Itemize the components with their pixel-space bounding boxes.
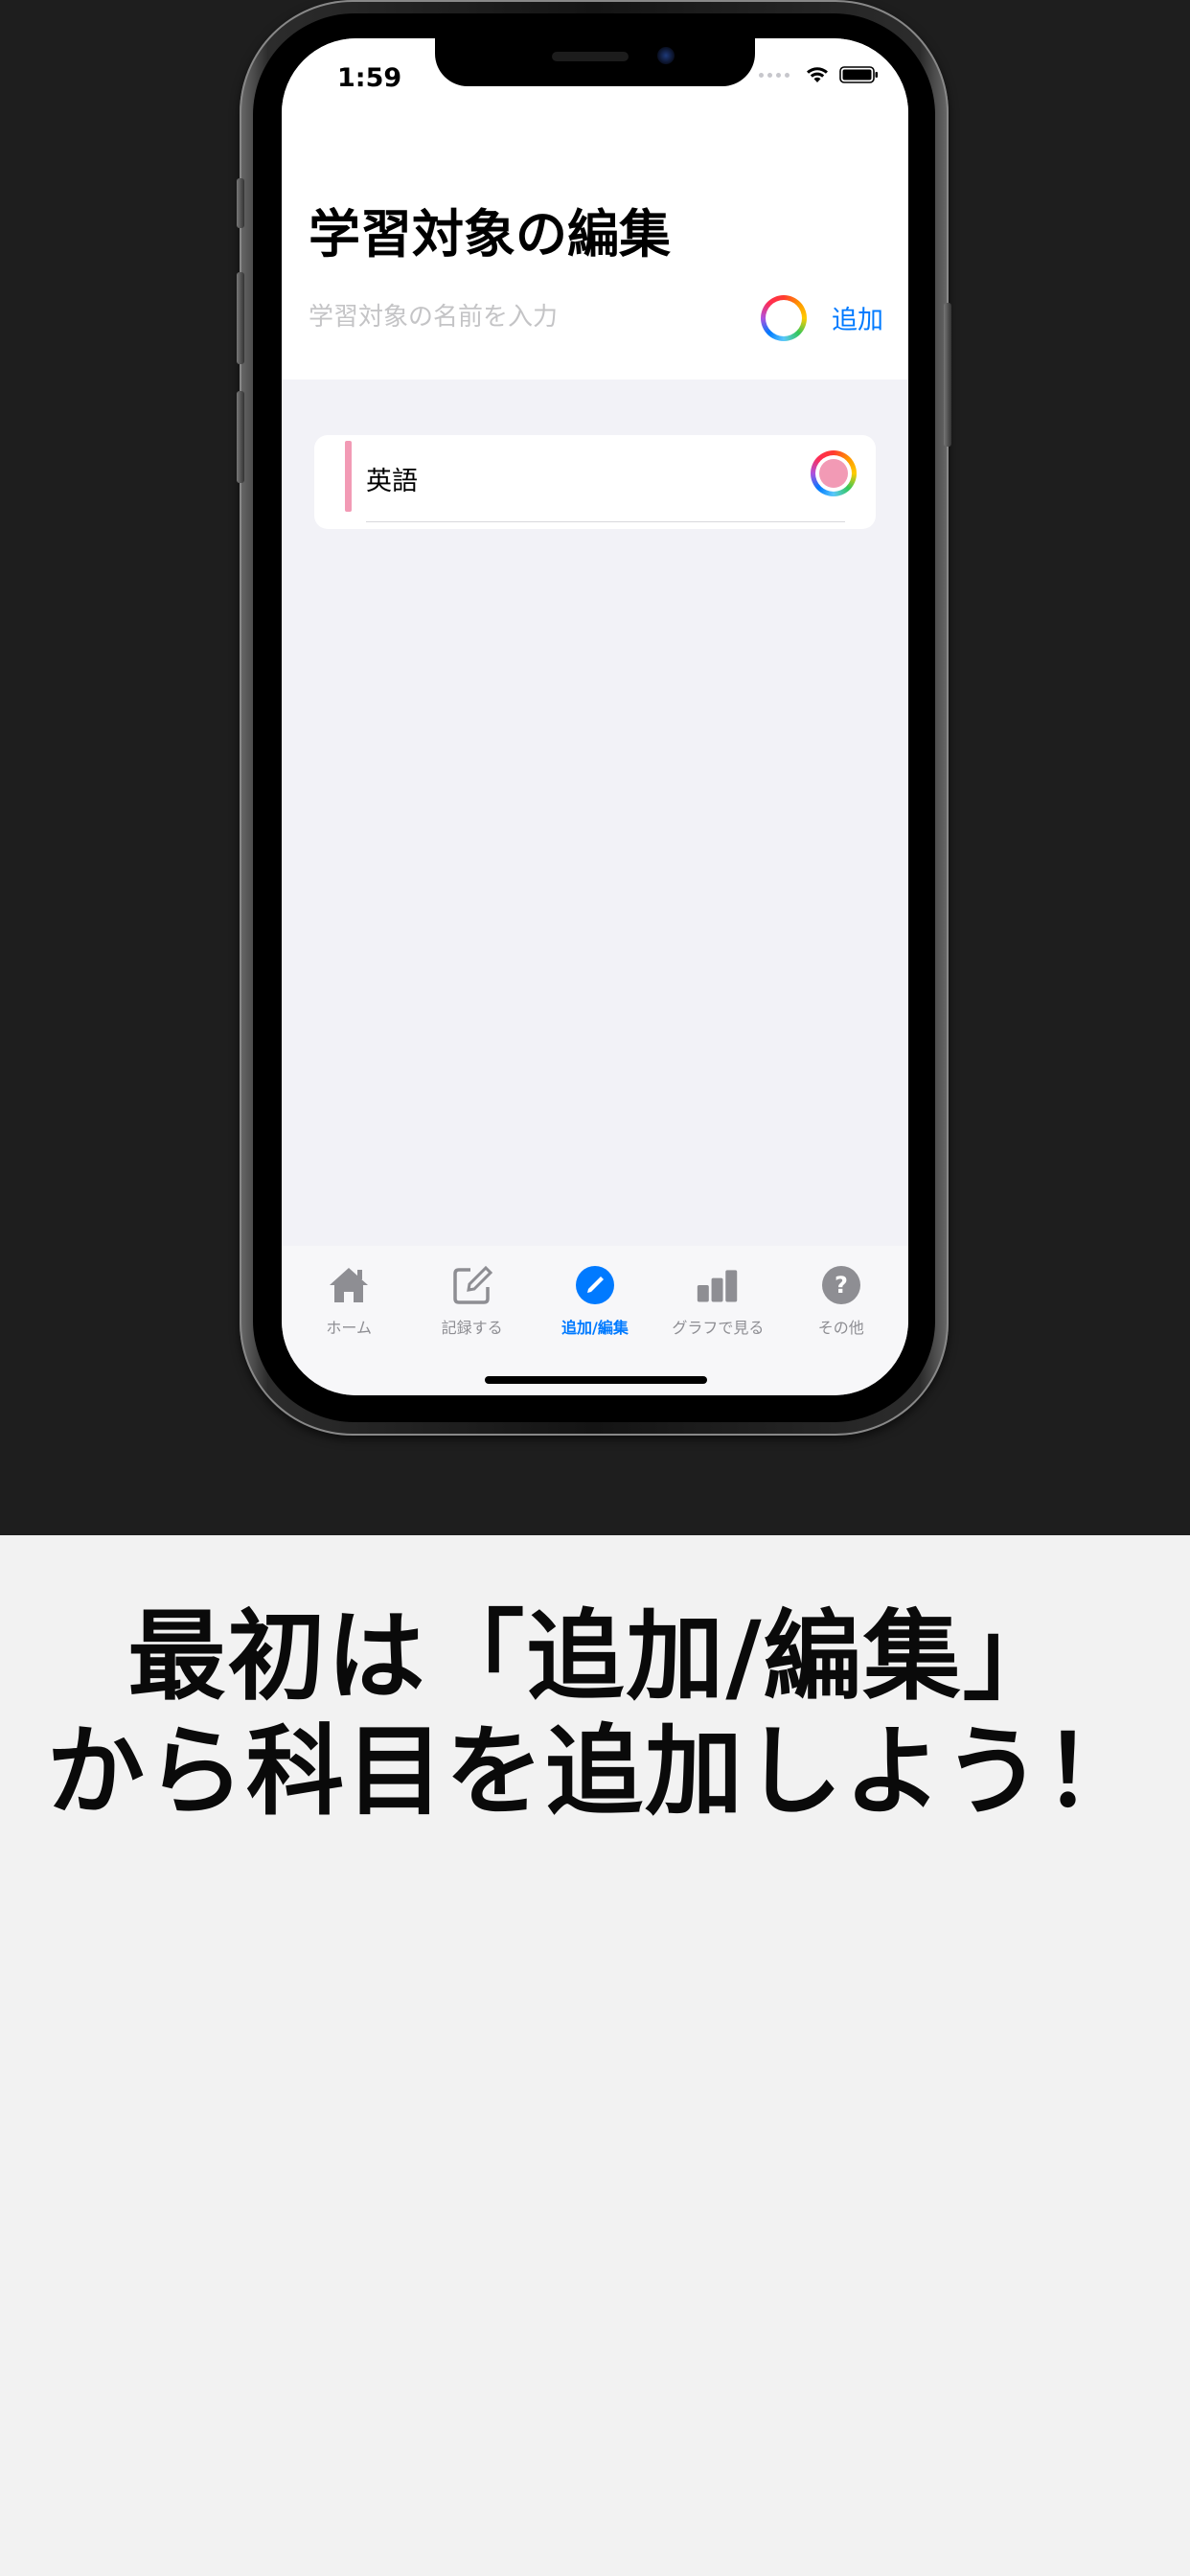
header-area: 1:59 学習対象の編集 追加 — [282, 38, 908, 380]
tab-bar: ホーム 記録する 追加/編集 グラフで見る ? その他 — [282, 1246, 908, 1395]
tab-graph[interactable]: グラフで見る — [657, 1246, 778, 1395]
caption-line-1: 最初は「追加/編集」 — [127, 1600, 1063, 1714]
silent-switch — [237, 178, 244, 228]
bar-chart-icon — [696, 1263, 740, 1307]
volume-up-button — [237, 272, 244, 364]
svg-text:?: ? — [835, 1272, 848, 1299]
tab-other[interactable]: ? その他 — [781, 1246, 902, 1395]
color-picker-button[interactable] — [761, 295, 807, 341]
tab-label: グラフで見る — [672, 1319, 765, 1337]
compose-icon — [450, 1263, 494, 1307]
tab-add-edit[interactable]: 追加/編集 — [535, 1246, 655, 1395]
wifi-icon — [807, 67, 828, 82]
add-button[interactable]: 追加 — [832, 299, 883, 336]
caption-line-2: から科目を追加しよう！ — [47, 1715, 1143, 1829]
power-button — [944, 303, 951, 447]
row-divider — [366, 521, 845, 522]
page-title: 学習対象の編集 — [309, 204, 671, 264]
cellular-signal-icon — [759, 72, 790, 78]
volume-down-button — [237, 391, 244, 483]
tab-label: ホーム — [326, 1319, 372, 1337]
subject-name: 英語 — [366, 467, 418, 496]
tab-home[interactable]: ホーム — [288, 1246, 409, 1395]
tab-label: 追加/編集 — [561, 1319, 629, 1337]
subject-color-stripe — [345, 441, 352, 512]
speaker-grille — [552, 52, 629, 61]
tab-record[interactable]: 記録する — [412, 1246, 533, 1395]
front-camera-icon — [657, 47, 675, 64]
status-indicators — [759, 65, 880, 84]
pencil-circle-icon — [573, 1263, 617, 1307]
subject-color-button[interactable] — [811, 450, 857, 496]
subject-color-swatch — [819, 459, 848, 488]
battery-icon — [839, 66, 878, 83]
notch — [435, 38, 755, 86]
subject-name-input[interactable] — [309, 293, 721, 341]
promo-caption: 最初は「追加/編集」 から科目を追加しよう！ — [0, 1600, 1190, 1830]
subject-list: 英語 — [314, 435, 876, 529]
house-icon — [327, 1263, 371, 1307]
home-indicator[interactable] — [485, 1376, 707, 1384]
tab-label: その他 — [817, 1319, 864, 1337]
tab-label: 記録する — [441, 1319, 503, 1337]
status-time: 1:59 — [337, 63, 402, 93]
app-screen: 1:59 学習対象の編集 追加 英語 — [282, 38, 908, 1395]
question-circle-icon: ? — [819, 1263, 863, 1307]
